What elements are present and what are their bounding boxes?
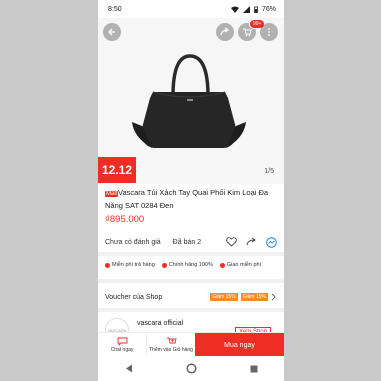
status-time: 8:50 xyxy=(108,5,122,13)
divider xyxy=(98,308,284,312)
voucher-label: Voucher của Shop xyxy=(105,293,163,301)
chevron-right-icon xyxy=(271,293,276,301)
truck-icon xyxy=(219,262,225,268)
chat-icon xyxy=(117,337,127,346)
nav-back-icon[interactable] xyxy=(125,364,133,373)
product-title: MallVascara Túi Xách Tay Quai Phối Kim L… xyxy=(105,187,280,211)
image-counter: 1/5 xyxy=(264,168,274,175)
guarantee-item: Chính hãng 100% xyxy=(161,262,213,268)
bottom-action-bar: Chat ngay Thêm vào Giỏ hàng Mua ngay xyxy=(98,332,284,357)
share-outline-icon[interactable] xyxy=(246,237,257,247)
add-cart-icon xyxy=(166,337,177,344)
signal-icon xyxy=(242,5,250,13)
status-icons: 76% xyxy=(230,5,276,13)
voucher-tag: Giảm 15% xyxy=(240,293,268,301)
android-nav-bar xyxy=(98,356,284,381)
product-price: ₫895.000 xyxy=(105,214,145,225)
chat-now-button[interactable]: Chat ngay xyxy=(98,333,146,357)
status-bar: 8:50 76% xyxy=(98,0,284,18)
nav-recent-icon[interactable] xyxy=(250,365,258,373)
app-screen: 8:50 76% 99+ 12.12 1/5 MallVascara Túi X… xyxy=(98,0,284,381)
wifi-icon xyxy=(230,6,239,13)
heart-icon[interactable] xyxy=(226,237,237,247)
guarantee-row[interactable]: Miễn phí trả hàng Chính hãng 100% Giao m… xyxy=(105,262,283,268)
product-image-carousel[interactable]: 99+ 12.12 1/5 xyxy=(98,18,284,184)
guarantee-item: Giao miễn phí xyxy=(219,262,261,268)
divider xyxy=(98,252,284,256)
rating-text: Chưa có đánh giá xyxy=(105,238,161,246)
promo-tag: 12.12 xyxy=(98,157,136,183)
mall-badge: Mall xyxy=(105,191,119,197)
return-icon xyxy=(105,262,110,268)
product-title-text: Vascara Túi Xách Tay Quai Phối Kim Loại … xyxy=(105,188,269,210)
sold-count: Đã bán 2 xyxy=(172,238,202,246)
add-to-cart-button[interactable]: Thêm vào Giỏ hàng xyxy=(146,333,195,357)
authentic-icon xyxy=(161,262,167,268)
nav-home-icon[interactable] xyxy=(185,363,197,374)
divider xyxy=(98,279,284,283)
battery-percent: 76% xyxy=(261,5,276,13)
shop-voucher-row[interactable]: Voucher của Shop Giảm 15% Giảm 15% xyxy=(105,291,277,303)
guarantee-item: Miễn phí trả hàng xyxy=(105,262,155,268)
messenger-icon[interactable] xyxy=(266,236,277,248)
battery-icon xyxy=(254,6,258,13)
shop-name[interactable]: vascara official xyxy=(137,320,183,327)
buy-now-button[interactable]: Mua ngay xyxy=(195,333,284,357)
voucher-tag: Giảm 15% xyxy=(210,293,238,301)
rating-row: Chưa có đánh giá Đã bán 2 xyxy=(105,236,277,248)
